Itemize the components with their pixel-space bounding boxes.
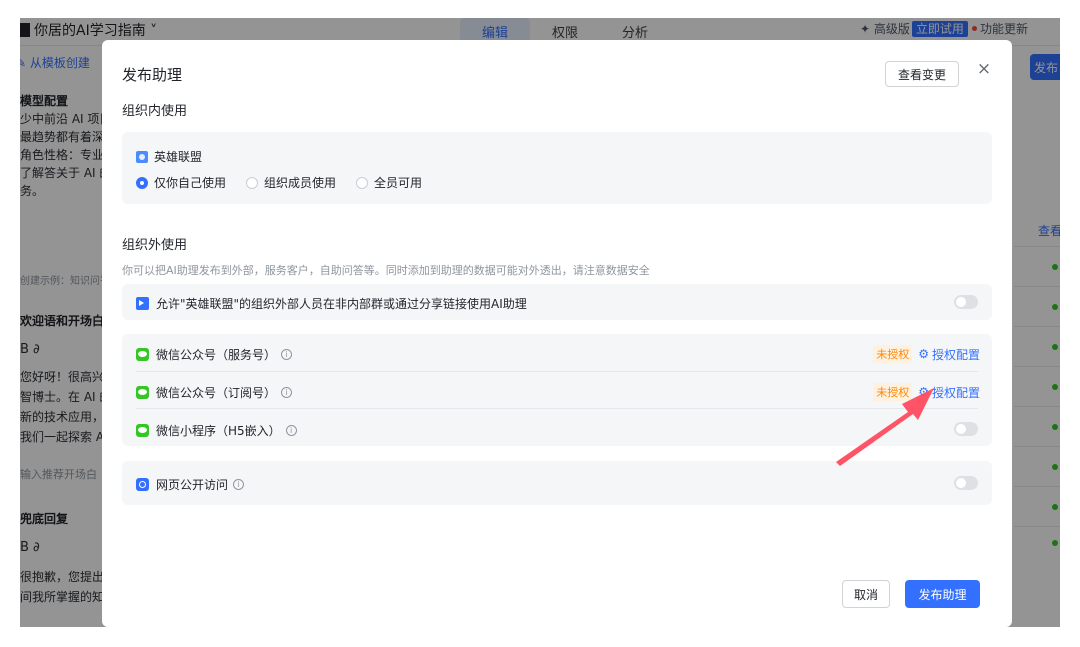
share-icon: [136, 297, 149, 310]
section-external-title: 组织外使用: [122, 238, 188, 253]
annotation-arrow-icon: [836, 388, 934, 466]
wechat-mini-program-row: 微信小程序（H5嵌入） i: [136, 422, 297, 439]
wechat-icon: [136, 424, 149, 437]
info-icon[interactable]: i: [281, 349, 293, 360]
publish-assistant-button[interactable]: 发布助理: [905, 580, 980, 608]
wechat-service-row: 微信公众号（服务号） i: [136, 346, 293, 363]
divider: [136, 371, 978, 372]
view-changes-button[interactable]: 查看变更: [885, 61, 959, 87]
close-icon[interactable]: ×: [976, 59, 992, 79]
usage-scope-radios: 仅你自己使用 组织成员使用 全员可用: [136, 174, 442, 191]
info-icon[interactable]: i: [285, 425, 297, 436]
dialog-title: 发布助理: [122, 66, 183, 84]
allow-external-row: 允许"英雄联盟"的组织外部人员在非内部群或通过分享链接使用AI助理: [136, 295, 527, 312]
web-public-toggle[interactable]: [954, 476, 978, 490]
wechat-mini-program-toggle[interactable]: [954, 422, 978, 436]
wechat-service-auth: 未授权 ⚙ 授权配置: [873, 345, 980, 363]
allow-external-toggle[interactable]: [954, 295, 978, 309]
radio-self-only[interactable]: 仅你自己使用: [136, 174, 226, 191]
wechat-icon: [136, 386, 149, 399]
auth-config-link[interactable]: 授权配置: [932, 346, 980, 363]
internal-usage-card: 英雄联盟 仅你自己使用 组织成员使用 全员可用: [122, 132, 992, 204]
external-description: 你可以把AI助理发布到外部，服务客户，自助问答等。同时添加到助理的数据可能对外透…: [122, 264, 650, 277]
unauthorized-badge: 未授权: [873, 345, 913, 363]
radio-everyone[interactable]: 全员可用: [356, 174, 422, 191]
radio-circle: [246, 176, 259, 189]
radio-org-members[interactable]: 组织成员使用: [246, 174, 336, 191]
radio-circle: [136, 176, 148, 189]
allow-external-card: 允许"英雄联盟"的组织外部人员在非内部群或通过分享链接使用AI助理: [122, 284, 992, 320]
web-public-row: 网页公开访问 i: [136, 476, 245, 493]
org-icon: [136, 150, 148, 163]
org-label: 英雄联盟: [136, 148, 202, 165]
gear-icon: ⚙: [918, 347, 929, 361]
info-icon[interactable]: i: [233, 479, 245, 490]
section-internal-title: 组织内使用: [122, 104, 188, 119]
publish-assistant-dialog: 发布助理 查看变更 × 组织内使用 英雄联盟 仅你自己使用 组织成员使用 全员可…: [102, 40, 1012, 627]
radio-circle: [356, 176, 369, 189]
wechat-subscribe-row: 微信公众号（订阅号） i: [136, 384, 293, 401]
info-icon[interactable]: i: [281, 387, 293, 398]
wechat-icon: [136, 348, 149, 361]
web-icon: [136, 478, 149, 491]
cancel-button[interactable]: 取消: [842, 580, 890, 608]
